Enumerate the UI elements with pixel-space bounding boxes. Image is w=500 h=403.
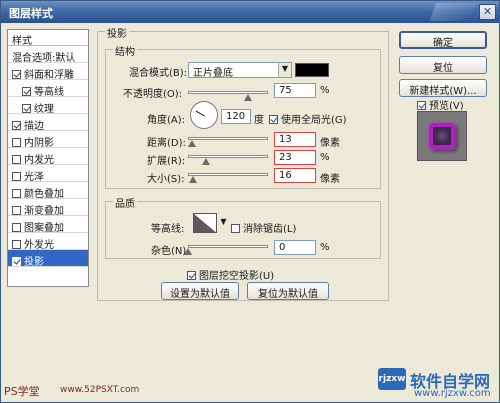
drop-shadow-title: 投影 [105,25,129,40]
watermark-right: rjzxw 软件自学网 www.rjzxw.com [378,368,498,400]
preview-sample [429,123,455,149]
size-slider-thumb[interactable] [188,176,197,183]
reset-button[interactable]: 复位 [399,56,487,74]
noise-slider[interactable] [188,245,268,248]
checkbox-icon[interactable] [12,189,21,198]
blend-mode-label: 混合模式(B): [129,68,188,79]
spread-slider-thumb[interactable] [202,158,211,165]
checkbox-icon[interactable] [12,223,21,232]
distance-unit: 像素 [320,138,340,149]
size-unit: 像素 [320,174,340,185]
checkbox-icon [417,101,426,110]
angle-label: 角度(A): [147,115,186,126]
antialias-checkbox[interactable]: 消除锯齿(L) [231,220,296,235]
title-bar: 图层样式 ✕ [1,1,499,23]
preview-checkbox[interactable]: 预览(V) [417,97,464,112]
spread-unit: % [320,152,330,163]
distance-label: 距离(D): [147,138,186,149]
contour-picker[interactable] [193,213,217,233]
style-list-item[interactable]: 颜色叠加 [8,182,88,200]
chevron-down-icon[interactable]: ▼ [219,216,228,228]
quality-title: 品质 [113,195,137,210]
rjzxw-logo: rjzxw [378,368,406,390]
chevron-down-icon: ▼ [278,63,291,77]
ok-button[interactable]: 确定 [399,31,487,49]
checkbox-icon[interactable] [12,155,21,164]
size-field[interactable]: 16 [274,168,316,183]
checkbox-icon[interactable] [22,87,31,96]
set-default-button[interactable]: 设置为默认值 [161,282,239,300]
style-list-item[interactable]: 斜面和浮雕 [8,63,88,81]
distance-field[interactable]: 13 [274,132,316,147]
global-light-checkbox[interactable]: 使用全局光(G) [269,111,347,126]
title-bar-decoration [429,3,477,21]
watermark-mid: www.52PSXT.com [60,385,140,395]
distance-slider[interactable] [188,137,268,140]
noise-field[interactable]: 0 [274,240,316,255]
global-light-label: 使用全局光(G) [281,115,347,126]
style-list-item[interactable]: 外发光 [8,233,88,251]
noise-slider-thumb[interactable] [184,248,192,255]
checkbox-icon[interactable] [12,121,21,130]
opacity-slider-thumb[interactable] [244,94,252,101]
angle-dial-needle [195,110,205,117]
contour-curve-icon [194,214,216,232]
blend-mode-select[interactable]: 正片叠底 ▼ [188,62,292,79]
angle-dial[interactable] [190,101,218,129]
opacity-field[interactable]: 75 [274,83,316,98]
reset-default-button[interactable]: 复位为默认值 [247,282,329,300]
size-label: 大小(S): [147,174,185,185]
checkbox-icon[interactable] [12,138,21,147]
checkbox-icon[interactable] [22,104,31,113]
style-list-item[interactable]: 内发光 [8,148,88,166]
checkbox-icon [231,224,240,233]
checkbox-icon[interactable] [12,70,21,79]
contour-label: 等高线: [151,224,185,235]
opacity-slider[interactable] [188,91,268,94]
opacity-label: 不透明度(O): [123,89,183,100]
layer-style-dialog: 图层样式 ✕ 样式 混合选项:默认 斜面和浮雕 等高线 纹理 描边 内阴影 内发光 光泽 颜色叠… [0,0,500,403]
checkbox-icon[interactable] [12,206,21,215]
structure-title: 结构 [113,43,137,58]
distance-slider-thumb[interactable] [188,140,196,147]
spread-label: 扩展(R): [147,156,186,167]
knockout-label: 图层挖空投影(U) [199,271,275,282]
style-list-item[interactable]: 投影 [8,250,88,268]
new-style-button[interactable]: 新建样式(W)... [399,79,487,97]
noise-unit: % [320,242,330,253]
style-list-item[interactable]: 内阴影 [8,131,88,149]
checkbox-icon[interactable] [12,257,21,266]
window-title: 图层样式 [9,7,53,20]
style-list: 样式 混合选项:默认 斜面和浮雕 等高线 纹理 描边 内阴影 内发光 光泽 颜色叠加 渐变叠加 图案… [7,29,89,287]
spread-slider[interactable] [188,155,268,158]
style-list-item[interactable]: 光泽 [8,165,88,183]
checkbox-icon [269,115,278,124]
watermark-right-url: www.rjzxw.com [414,388,491,399]
style-list-item[interactable]: 渐变叠加 [8,199,88,217]
style-list-item[interactable]: 纹理 [8,97,88,115]
antialias-label: 消除锯齿(L) [243,224,297,235]
watermark-left: PS学堂 [4,385,40,398]
blend-mode-value: 正片叠底 [193,68,233,79]
style-list-item[interactable]: 描边 [8,114,88,132]
checkbox-icon [187,271,196,280]
size-slider[interactable] [188,173,268,176]
knockout-checkbox[interactable]: 图层挖空投影(U) [187,267,274,282]
close-button[interactable]: ✕ [479,4,496,20]
style-preview-thumbnail [417,111,467,161]
spread-field[interactable]: 23 [274,150,316,165]
checkbox-icon[interactable] [12,240,21,249]
angle-unit: 度 [254,115,264,126]
angle-field[interactable]: 120 [221,109,251,124]
style-list-item-label: 投影 [24,257,44,268]
checkbox-icon[interactable] [12,172,21,181]
shadow-color-swatch[interactable] [295,63,329,77]
style-list-item[interactable]: 混合选项:默认 [8,46,88,64]
opacity-unit: % [320,85,330,96]
style-list-item[interactable]: 等高线 [8,80,88,98]
style-list-item[interactable]: 图案叠加 [8,216,88,234]
style-list-header: 样式 [8,30,88,47]
